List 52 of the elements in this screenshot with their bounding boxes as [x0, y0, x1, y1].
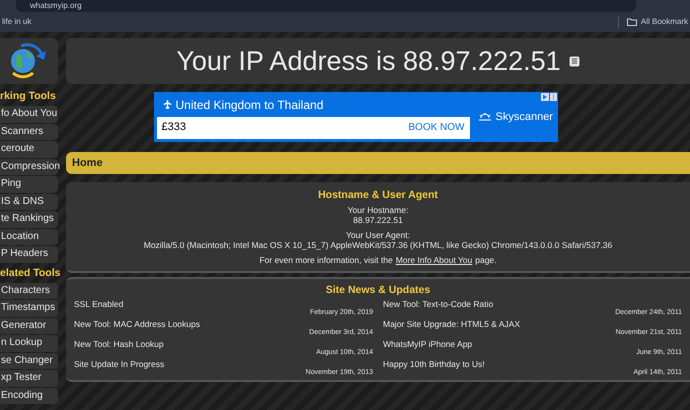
sidebar-link[interactable]: te Rankings [0, 211, 58, 228]
book-now-link[interactable]: BOOK NOW [408, 120, 464, 135]
sidebar-link[interactable]: Characters [0, 282, 58, 299]
news-title-link[interactable]: WhatsMyIP iPhone App [383, 339, 682, 349]
sidebar-link[interactable]: Timestamps [0, 300, 58, 316]
flight-ad-banner[interactable]: United Kingdom to Thailand £333 BOOK NOW Skyscanner [154, 92, 558, 142]
news-title-link[interactable]: SSL Enabled [74, 299, 373, 309]
sidebar-link[interactable]: Location [0, 228, 58, 245]
sidebar-link[interactable]: fo About You [0, 106, 58, 122]
sidebar-link[interactable]: n Lookup [0, 335, 58, 352]
folder-icon [626, 18, 637, 26]
news-title-link[interactable]: New Tool: Hash Lookup [74, 339, 373, 349]
ad-choices-icon[interactable] [540, 93, 556, 101]
address-bar[interactable]: whatsmyip.org [16, 0, 636, 12]
user-agent-value: Mozilla/5.0 (Macintosh; Intel Mac OS X 10_15_7) AppleWebKit/537.36 (KHTML, like Gecko) Chrome/143.0.0.0 Safari/537.36 [144, 240, 612, 250]
sidebar-link[interactable]: Scanners [0, 124, 58, 140]
section-heading: Site News & Updates [324, 284, 432, 296]
ad-price: £333 [162, 120, 186, 136]
bookmark-link[interactable]: life in uk [2, 16, 32, 28]
section-heading: Hostname & User Agent [318, 189, 438, 201]
news-title-link[interactable]: New Tool: Text-to-Code Ratio [383, 299, 682, 309]
breadcrumb-bar: Home [66, 152, 690, 174]
sidebar-link[interactable]: Generator [0, 318, 58, 334]
more-info-text: For even more information, visit the [259, 255, 393, 265]
all-bookmarks-link[interactable]: All Bookmark [640, 16, 688, 28]
globe-logo-icon [9, 42, 49, 80]
sidebar-link[interactable]: Encoding [0, 388, 58, 404]
more-info-text: page. [475, 255, 497, 265]
news-title-link[interactable]: Happy 10th Birthday to Us! [383, 359, 682, 369]
more-info-link[interactable]: More Info About You [396, 255, 472, 265]
hostname-value: 88.97.222.51 [353, 215, 403, 225]
ad-offer-bar[interactable]: £333 BOOK NOW [156, 116, 470, 138]
sidebar-link[interactable]: ceroute [0, 141, 58, 158]
sidebar-link[interactable]: P Headers [0, 246, 58, 262]
news-title-link[interactable]: Site Update In Progress [74, 359, 373, 369]
ad-brand-name: Skyscanner [496, 110, 553, 125]
copy-icon[interactable] [568, 56, 580, 66]
sidebar-heading: rking Tools [0, 89, 57, 104]
sidebar-heading: elated Tools [0, 266, 58, 280]
news-title-link[interactable]: New Tool: MAC Address Lookups [74, 319, 373, 329]
sidebar-link[interactable]: IS & DNS [0, 194, 58, 210]
sidebar-link[interactable]: Compression [0, 158, 58, 175]
user-agent-label: Your User Agent: [346, 230, 410, 240]
hostname-label: Your Hostname: [348, 205, 408, 215]
news-title-link[interactable]: Major Site Upgrade: HTML5 & AJAX [383, 319, 682, 329]
ad-route-text: United Kingdom to Thailand [176, 96, 324, 114]
sidebar-link[interactable]: xp Tester [0, 370, 58, 386]
sidebar-link[interactable]: Ping [0, 176, 58, 192]
sunrise-logo-icon [478, 113, 492, 121]
sidebar-link[interactable]: se Changer [0, 352, 58, 369]
ip-address-title: Your IP Address is 88.97.222.51 [176, 44, 561, 78]
airplane-icon [162, 100, 172, 109]
